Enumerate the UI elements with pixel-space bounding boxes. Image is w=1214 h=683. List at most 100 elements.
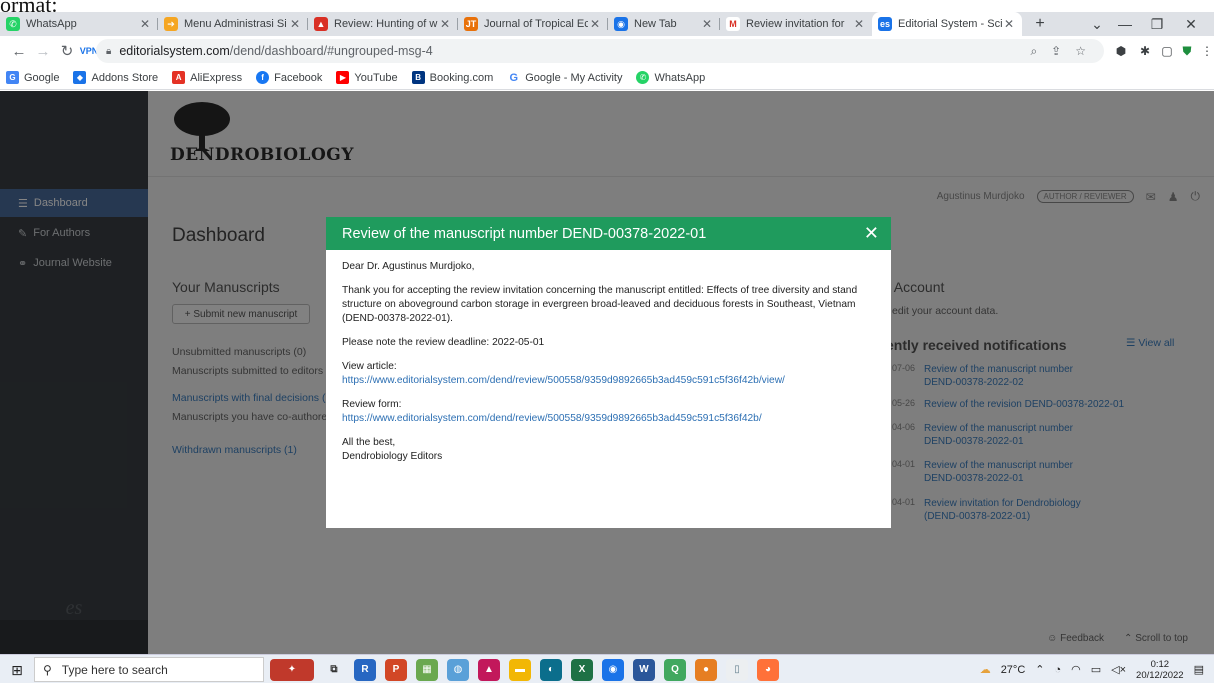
- youtube-icon: ▶: [336, 71, 350, 84]
- address-bar[interactable]: 🔒︎ editorialsystem.com/dend/dashboard/#u…: [96, 39, 1104, 63]
- adblock-icon[interactable]: ⛊: [1178, 42, 1196, 60]
- tab-title: Review: Hunting of w: [334, 18, 438, 30]
- notepad-icon[interactable]: ▯: [726, 658, 748, 681]
- tab-whatsapp[interactable]: ✆ WhatsApp ✕: [0, 12, 158, 36]
- tab-review-invitation[interactable]: M Review invitation for ✕: [720, 12, 872, 36]
- clock[interactable]: 0:12 20/12/2022: [1136, 659, 1184, 681]
- modal-message: Thank you for accepting the review invit…: [342, 285, 858, 324]
- back-button[interactable]: ←: [8, 40, 30, 62]
- bookmark-google-activity[interactable]: G Google - My Activity: [507, 71, 622, 84]
- close-icon[interactable]: ✕: [864, 223, 879, 244]
- sidepanel-icon[interactable]: ▢: [1158, 42, 1176, 60]
- qgis-icon[interactable]: Q: [664, 658, 686, 681]
- restore-icon: ❐: [1150, 15, 1164, 32]
- tab-new-tab[interactable]: ◉ New Tab ✕: [608, 12, 720, 36]
- close-icon[interactable]: ✕: [588, 17, 602, 31]
- new-tab-button[interactable]: +: [1026, 12, 1054, 36]
- word-icon[interactable]: W: [633, 658, 655, 681]
- close-icon[interactable]: ✕: [700, 17, 714, 31]
- modal-signature: Dendrobiology Editors: [342, 451, 443, 462]
- weather-temp[interactable]: 27°C: [1001, 664, 1026, 676]
- task-view-icon[interactable]: ⧉: [323, 659, 345, 681]
- close-icon[interactable]: ✕: [852, 17, 866, 31]
- bird-wallpaper-icon[interactable]: ✦: [270, 658, 314, 681]
- zoom-icon[interactable]: ⌕: [1030, 44, 1037, 59]
- tab-journal-tropical[interactable]: JT Journal of Tropical Eco ✕: [458, 12, 608, 36]
- tab-review-hunting[interactable]: ▲ Review: Hunting of w ✕: [308, 12, 458, 36]
- url-host: editorialsystem.com: [119, 44, 230, 58]
- whatsapp-icon: ✆: [636, 71, 650, 84]
- clock-time: 0:12: [1150, 658, 1170, 670]
- notification-center-icon[interactable]: ▤: [1194, 663, 1204, 676]
- close-window-button[interactable]: ✕: [1176, 12, 1206, 36]
- bookmark-whatsapp[interactable]: ✆ WhatsApp: [636, 71, 705, 84]
- bookmark-facebook[interactable]: f Facebook: [256, 71, 322, 84]
- maximize-button[interactable]: ❐: [1142, 12, 1172, 36]
- photos-app-icon[interactable]: ▲: [478, 658, 500, 681]
- tab-title: New Tab: [634, 18, 677, 30]
- taskbar-search-box[interactable]: ⚲ Type here to search: [34, 657, 264, 682]
- extensions-icon[interactable]: ✱: [1136, 42, 1154, 60]
- r-app-icon[interactable]: R: [354, 658, 376, 681]
- star-icon[interactable]: ☆: [1075, 44, 1086, 58]
- tab-menu-administrasi[interactable]: ➔ Menu Administrasi Si ✕: [158, 12, 308, 36]
- bookmark-label: WhatsApp: [654, 71, 706, 84]
- whatsapp-icon: ✆: [6, 17, 20, 31]
- minimize-icon: —: [1118, 16, 1132, 32]
- modal-body: Dear Dr. Agustinus Murdjoko, Thank you f…: [326, 250, 891, 484]
- url-path: /dend/dashboard/#ungrouped-msg-4: [229, 44, 433, 58]
- google-icon: G: [507, 71, 521, 84]
- file-explorer-icon[interactable]: ▬: [509, 658, 531, 681]
- sheet-icon: ➔: [164, 17, 178, 31]
- bookmark-addons-store[interactable]: ◆ Addons Store: [73, 71, 158, 84]
- minimize-button[interactable]: —: [1110, 12, 1140, 36]
- tab-search-button[interactable]: ⌄: [1082, 12, 1112, 36]
- calendar-app-icon[interactable]: ▦: [416, 658, 438, 681]
- tab-editorial-system[interactable]: es Editorial System - Scie ✕: [872, 12, 1022, 36]
- reload-icon: ↻: [60, 43, 74, 60]
- bookmark-label: YouTube: [354, 71, 398, 84]
- windows-taskbar: ⊞ ⚲ Type here to search ✦ ⧉ R P ▦ ◍ ▲ ▬ …: [0, 654, 1214, 683]
- weather-icon[interactable]: ☁: [980, 663, 991, 676]
- firefox-icon[interactable]: ◕: [757, 658, 779, 681]
- review-icon: ▲: [314, 17, 328, 31]
- bookmark-label: AliExpress: [190, 71, 243, 84]
- tab-title: Editorial System - Scie: [898, 18, 1002, 30]
- view-article-label: View article:: [342, 361, 397, 372]
- taskbar-apps: ✦ ⧉ R P ▦ ◍ ▲ ▬ ◐ X ◉ W Q ● ▯ ◕: [270, 657, 779, 682]
- shield-extension-icon[interactable]: ⬢: [1112, 42, 1130, 60]
- modal-title: Review of the manuscript number DEND-003…: [342, 225, 707, 242]
- search-app-icon[interactable]: ◐: [540, 658, 562, 681]
- tab-title: Journal of Tropical Eco: [484, 18, 588, 30]
- battery-icon[interactable]: ▭: [1091, 663, 1101, 676]
- app-icon[interactable]: ●: [695, 658, 717, 681]
- forward-button[interactable]: →: [32, 40, 54, 62]
- bookmark-google[interactable]: G Google: [6, 71, 59, 84]
- reload-button[interactable]: ↻: [56, 40, 78, 62]
- chrome-icon[interactable]: ◉: [602, 658, 624, 681]
- windows-start-icon[interactable]: ⊞: [8, 661, 26, 679]
- powerpoint-icon[interactable]: P: [385, 658, 407, 681]
- browser-app-icon[interactable]: ◍: [447, 658, 469, 681]
- share-icon[interactable]: ⇪: [1051, 44, 1061, 58]
- google-icon: G: [6, 71, 19, 84]
- bookmark-youtube[interactable]: ▶ YouTube: [336, 71, 398, 84]
- wifi-icon[interactable]: ◠: [1071, 663, 1081, 676]
- bookmark-booking[interactable]: B Booking.com: [411, 71, 493, 84]
- gmail-icon: M: [726, 17, 740, 31]
- view-article-link[interactable]: https://www.editorialsystem.com/dend/rev…: [342, 375, 785, 386]
- volume-icon[interactable]: ◁×: [1111, 663, 1126, 676]
- arrow-right-icon: →: [35, 42, 51, 60]
- close-icon[interactable]: ✕: [438, 17, 452, 31]
- excel-icon[interactable]: X: [571, 658, 593, 681]
- bookmark-aliexpress[interactable]: A AliExpress: [172, 71, 242, 84]
- close-icon[interactable]: ✕: [138, 17, 152, 31]
- review-form-link[interactable]: https://www.editorialsystem.com/dend/rev…: [342, 413, 762, 424]
- chevron-up-icon[interactable]: ⌃: [1035, 663, 1044, 676]
- menu-icon[interactable]: ⋮: [1198, 42, 1214, 60]
- close-icon[interactable]: ✕: [1002, 17, 1016, 31]
- network-icon[interactable]: ◔: [1054, 664, 1061, 676]
- close-icon[interactable]: ✕: [288, 17, 302, 31]
- bookmark-label: Facebook: [274, 71, 323, 84]
- modal-deadline: Please note the review deadline: 2022-05…: [342, 337, 545, 348]
